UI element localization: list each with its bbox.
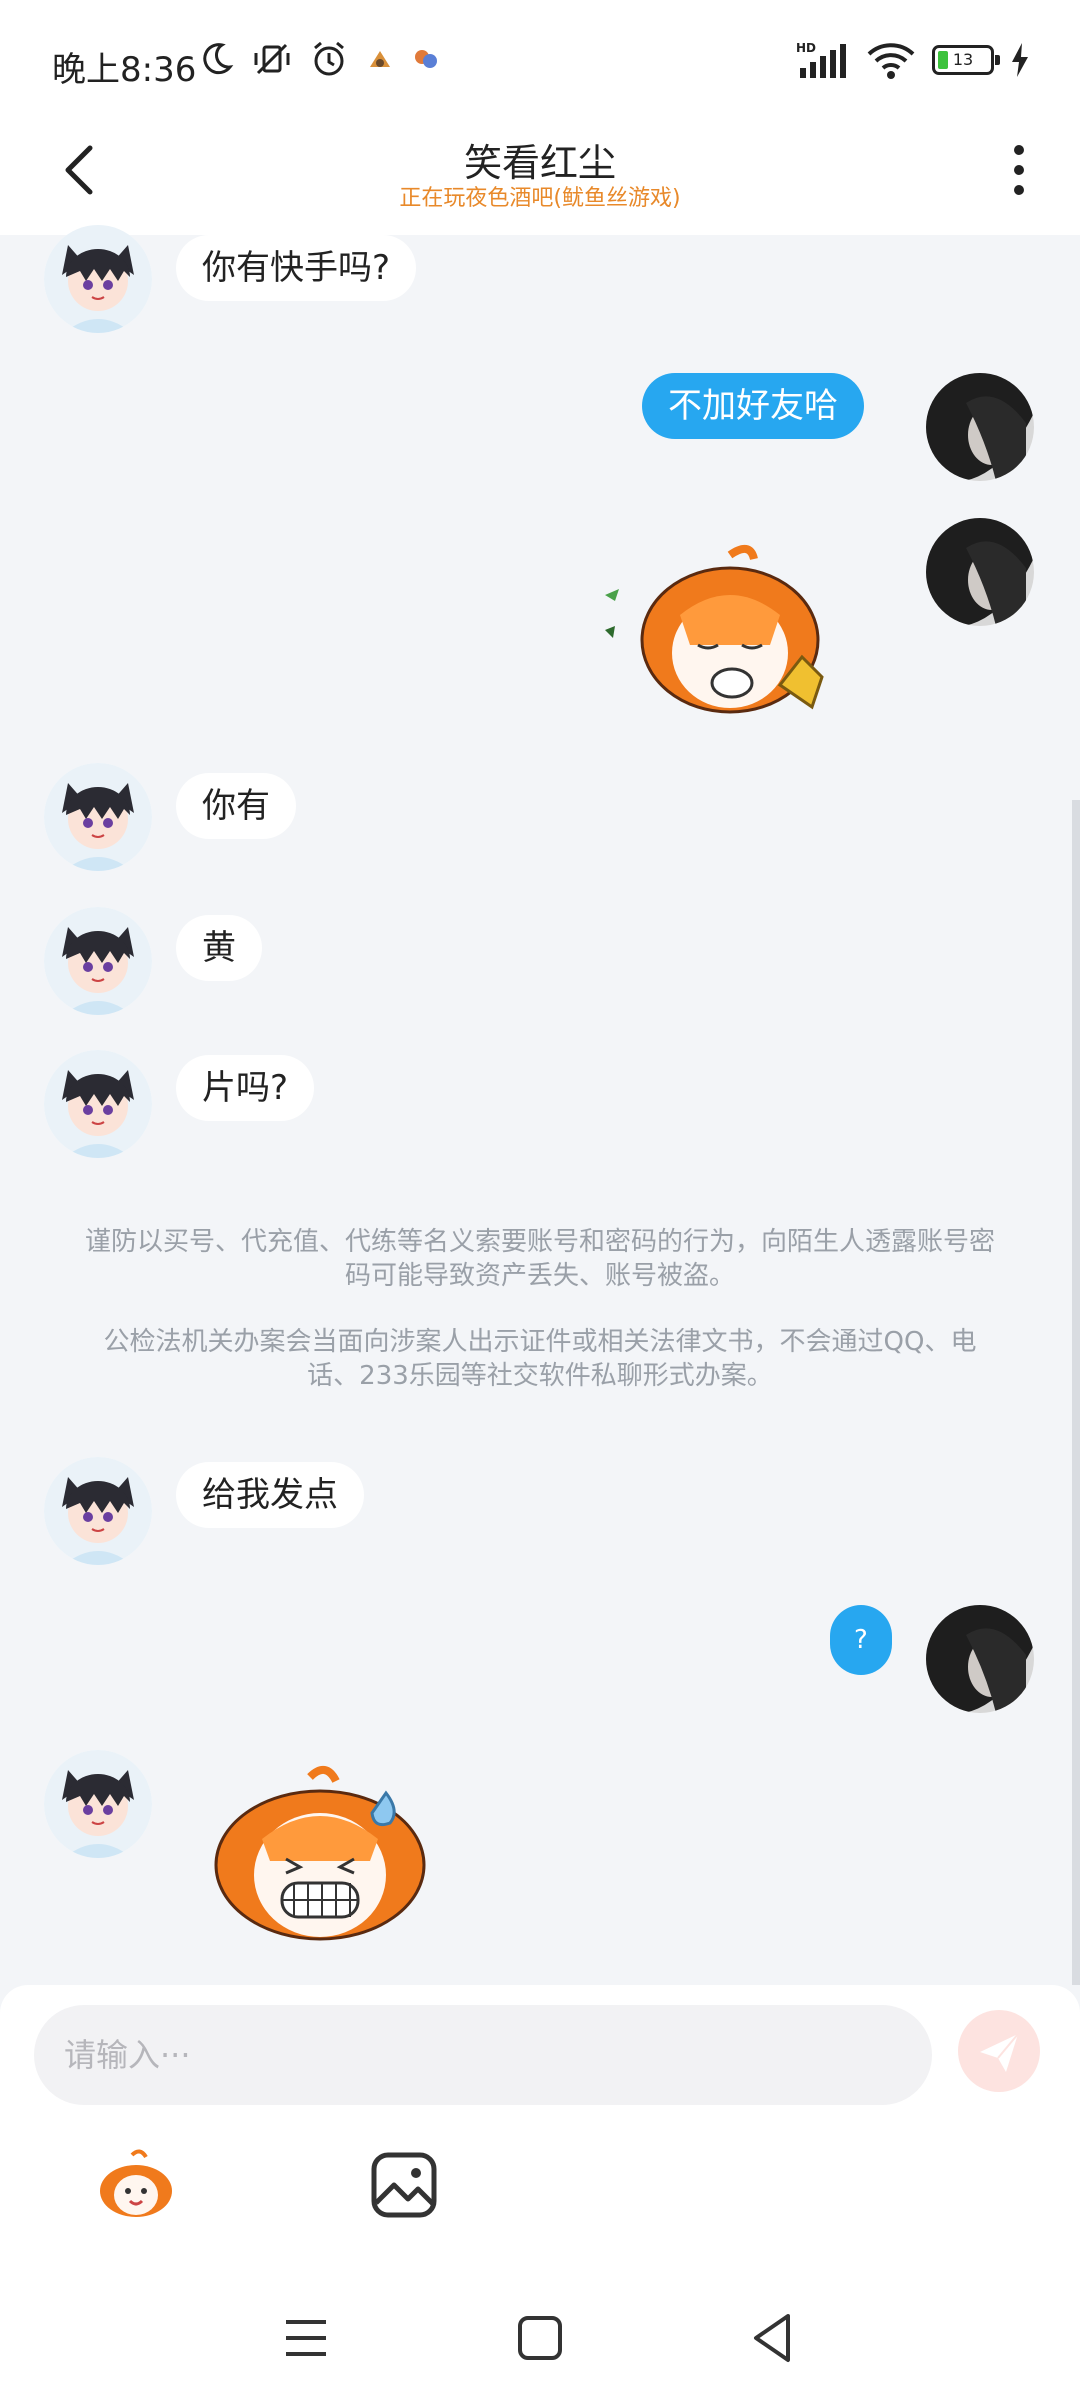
other-message-bubble[interactable]: 黄 bbox=[176, 915, 262, 981]
image-picker-icon[interactable] bbox=[364, 2145, 444, 2225]
signal-icon: HD bbox=[796, 41, 846, 78]
svg-text:HD: HD bbox=[796, 41, 816, 55]
battery-level: 13 bbox=[952, 50, 974, 69]
send-button[interactable] bbox=[958, 2010, 1040, 2092]
other-user-avatar[interactable] bbox=[44, 1050, 152, 1158]
status-time: 晚上8:36 bbox=[52, 50, 197, 90]
chat-message-list[interactable]: 你有快手吗? 不加好友哈 你有 黄 片吗? 谨防以买号、代充值、代练等名义索要账… bbox=[0, 225, 1080, 1985]
other-message-bubble[interactable]: 你有 bbox=[176, 773, 296, 839]
battery-icon: 13 bbox=[932, 45, 1000, 75]
shy-fox-sticker[interactable] bbox=[600, 535, 870, 735]
status-icons-right: HD 13 bbox=[794, 40, 1030, 80]
other-message-bubble[interactable]: 你有快手吗? bbox=[176, 235, 417, 301]
chat-title: 笑看红尘 bbox=[463, 141, 616, 185]
menu-nav-icon[interactable] bbox=[276, 2308, 336, 2368]
chat-subtitle-status: 正在玩夜色酒吧(鱿鱼丝游戏) bbox=[399, 186, 681, 211]
security-notice-2: 公检法机关办案会当面向涉案人出示证件或相关法律文书，不会通过QQ、电话、233乐… bbox=[103, 1327, 977, 1391]
my-avatar[interactable] bbox=[926, 373, 1034, 481]
vibrate-off-icon bbox=[254, 43, 290, 75]
moon-icon bbox=[203, 43, 234, 75]
message-input[interactable] bbox=[34, 2005, 932, 2105]
other-user-avatar[interactable] bbox=[44, 225, 152, 333]
wifi-icon bbox=[867, 43, 915, 79]
other-message-bubble[interactable]: 片吗? bbox=[176, 1055, 315, 1121]
send-icon bbox=[980, 2033, 1019, 2072]
sticker-fox-icon[interactable] bbox=[96, 2145, 176, 2225]
system-nav-bar bbox=[0, 2280, 1080, 2400]
my-message-bubble[interactable]: 不加好友哈 bbox=[642, 373, 864, 439]
my-avatar[interactable] bbox=[926, 1605, 1034, 1713]
security-notice-1: 谨防以买号、代充值、代练等名义索要账号和密码的行为，向陌生人透露账号密码可能导致… bbox=[84, 1227, 995, 1291]
other-user-avatar[interactable] bbox=[44, 1750, 152, 1858]
back-nav-icon[interactable] bbox=[744, 2308, 804, 2368]
my-message-bubble[interactable]: ? bbox=[830, 1605, 892, 1675]
other-user-avatar[interactable] bbox=[44, 907, 152, 1015]
my-avatar[interactable] bbox=[926, 518, 1034, 626]
more-options-icon[interactable] bbox=[1004, 140, 1034, 200]
app-notification-icon bbox=[370, 51, 390, 67]
other-user-avatar[interactable] bbox=[44, 1457, 152, 1565]
other-user-avatar[interactable] bbox=[44, 763, 152, 871]
other-message-bubble[interactable]: 给我发点 bbox=[176, 1462, 364, 1528]
chat-header: 笑看红尘 正在玩夜色酒吧(鱿鱼丝游戏) bbox=[0, 100, 1080, 235]
chat-scrollbar[interactable] bbox=[1072, 800, 1080, 1985]
game-notification-icon bbox=[415, 50, 437, 68]
charging-icon bbox=[1012, 43, 1028, 77]
grimace-fox-sticker[interactable] bbox=[200, 1755, 440, 1955]
alarm-icon bbox=[314, 41, 344, 76]
home-nav-icon[interactable] bbox=[510, 2308, 570, 2368]
status-icons-left bbox=[198, 40, 440, 78]
